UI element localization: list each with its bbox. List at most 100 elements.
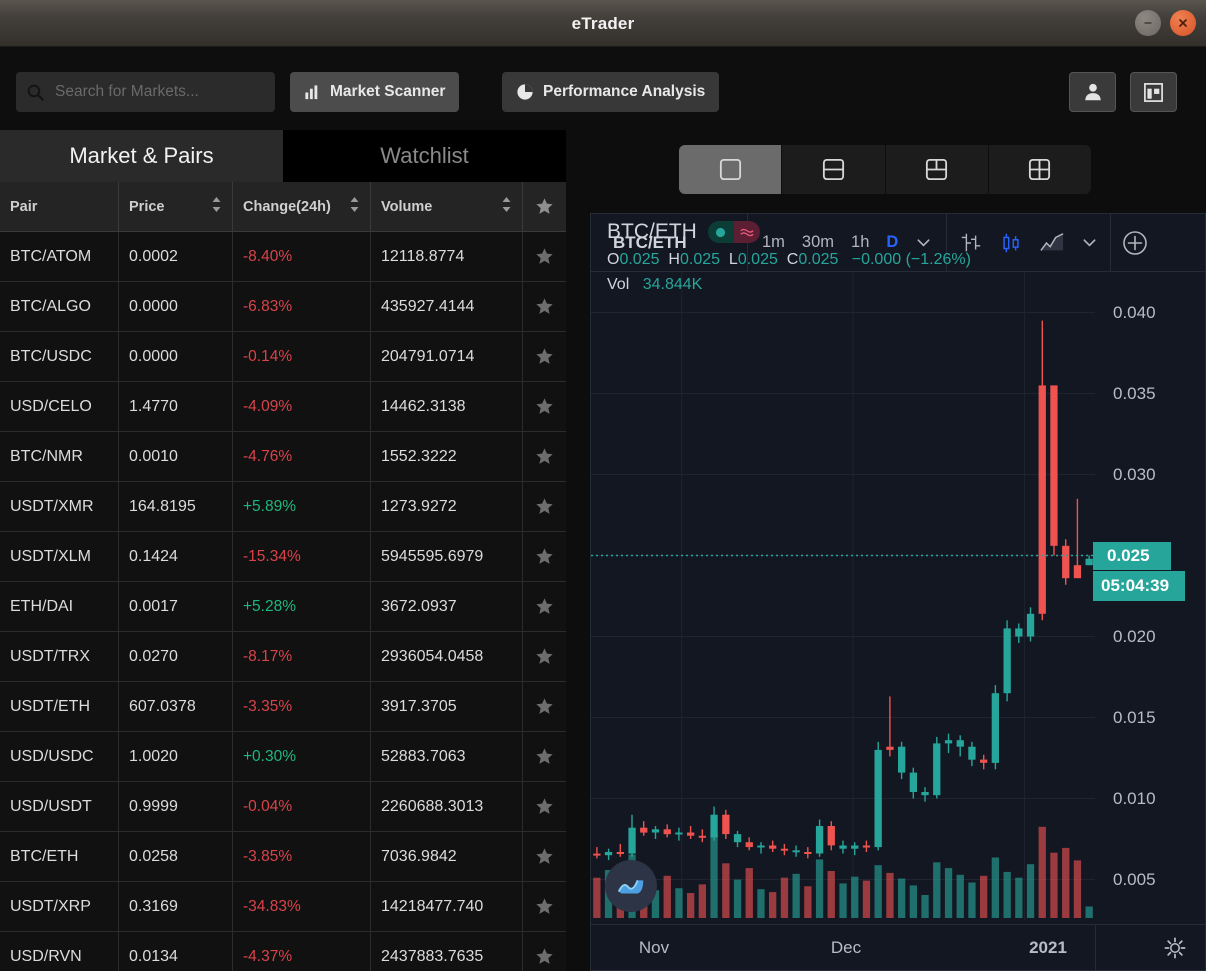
table-row[interactable]: BTC/ALGO 0.0000 -6.83% 435927.4144 bbox=[0, 282, 566, 332]
sort-arrows-icon bbox=[211, 196, 222, 217]
cell-price: 0.1424 bbox=[119, 532, 233, 581]
chart-panel: BTC/ETH 1m 30m 1h D BTC/ETH O0.025 H0.02… bbox=[590, 213, 1206, 971]
timeframe-d[interactable]: D bbox=[886, 233, 898, 252]
current-price-value: 0.025 bbox=[1107, 545, 1150, 565]
layout-two-rows-icon bbox=[822, 158, 844, 181]
favorite-button[interactable] bbox=[523, 232, 566, 281]
timeframe-1m[interactable]: 1m bbox=[762, 233, 785, 252]
column-header-price[interactable]: Price bbox=[119, 182, 233, 231]
column-header-volume[interactable]: Volume bbox=[371, 182, 523, 231]
table-row[interactable]: USD/CELO 1.4770 -4.09% 14462.3138 bbox=[0, 382, 566, 432]
close-button[interactable] bbox=[1170, 10, 1196, 36]
timeframe-more-button[interactable] bbox=[915, 234, 932, 251]
tab-watchlist[interactable]: Watchlist bbox=[283, 130, 566, 182]
cell-change: -6.83% bbox=[233, 282, 371, 331]
market-scanner-label: Market Scanner bbox=[330, 83, 446, 100]
chart-type-area-button[interactable] bbox=[1039, 231, 1065, 255]
table-row[interactable]: BTC/ETH 0.0258 -3.85% 7036.9842 bbox=[0, 832, 566, 882]
clock-value: 05:04:39 bbox=[1101, 575, 1170, 595]
favorite-button[interactable] bbox=[523, 582, 566, 631]
column-header-change[interactable]: Change(24h) bbox=[233, 182, 371, 231]
table-row[interactable]: USD/USDC 1.0020 +0.30% 52883.7063 bbox=[0, 732, 566, 782]
minimize-icon bbox=[1144, 22, 1152, 24]
favorite-button[interactable] bbox=[523, 432, 566, 481]
favorite-button[interactable] bbox=[523, 832, 566, 881]
favorite-button[interactable] bbox=[523, 732, 566, 781]
cell-change: -4.09% bbox=[233, 382, 371, 431]
cell-volume: 1273.9272 bbox=[371, 482, 523, 531]
table-row[interactable]: USDT/XLM 0.1424 -15.34% 5945595.6979 bbox=[0, 532, 566, 582]
table-row[interactable]: USDT/XMR 164.8195 +5.89% 1273.9272 bbox=[0, 482, 566, 532]
favorite-button[interactable] bbox=[523, 282, 566, 331]
cell-pair: USD/CELO bbox=[0, 382, 119, 431]
table-row[interactable]: USDT/XRP 0.3169 -34.83% 14218477.740 bbox=[0, 882, 566, 932]
chart-type-bars-button[interactable] bbox=[959, 231, 983, 255]
table-row[interactable]: USDT/TRX 0.0270 -8.17% 2936054.0458 bbox=[0, 632, 566, 682]
cell-change: -15.34% bbox=[233, 532, 371, 581]
pie-chart-icon bbox=[517, 84, 533, 100]
favorite-button[interactable] bbox=[523, 482, 566, 531]
favorite-button[interactable] bbox=[523, 332, 566, 381]
person-icon bbox=[1084, 83, 1101, 101]
timeframe-30m[interactable]: 30m bbox=[802, 233, 834, 252]
performance-analysis-button[interactable]: Performance Analysis bbox=[502, 72, 720, 112]
favorite-button[interactable] bbox=[523, 382, 566, 431]
cell-volume: 2437883.7635 bbox=[371, 932, 523, 971]
market-scanner-button[interactable]: Market Scanner bbox=[290, 72, 460, 112]
table-row[interactable]: USD/RVN 0.0134 -4.37% 2437883.7635 bbox=[0, 932, 566, 971]
table-row[interactable]: BTC/USDC 0.0000 -0.14% 204791.0714 bbox=[0, 332, 566, 382]
star-icon bbox=[536, 848, 553, 864]
column-header-pair[interactable]: Pair bbox=[0, 182, 119, 231]
search-box[interactable] bbox=[16, 72, 275, 112]
column-header-change-label: Change(24h) bbox=[243, 198, 331, 215]
star-icon bbox=[536, 898, 553, 914]
add-indicator-button[interactable] bbox=[1111, 214, 1159, 271]
cell-pair: ETH/DAI bbox=[0, 582, 119, 631]
layout-single-button[interactable] bbox=[679, 145, 783, 194]
layout-two-rows-button[interactable] bbox=[782, 145, 886, 194]
cell-change: +0.30% bbox=[233, 732, 371, 781]
table-row[interactable]: BTC/ATOM 0.0002 -8.40% 12118.8774 bbox=[0, 232, 566, 282]
favorite-button[interactable] bbox=[523, 932, 566, 971]
cell-pair: BTC/ETH bbox=[0, 832, 119, 881]
cell-change: -4.76% bbox=[233, 432, 371, 481]
price-tick-label: 0.020 bbox=[1113, 626, 1156, 646]
favorite-button[interactable] bbox=[523, 632, 566, 681]
favorite-button[interactable] bbox=[523, 882, 566, 931]
favorite-button[interactable] bbox=[523, 682, 566, 731]
time-label-2021: 2021 bbox=[1029, 937, 1067, 957]
table-row[interactable]: ETH/DAI 0.0017 +5.28% 3672.0937 bbox=[0, 582, 566, 632]
layout-three-button[interactable] bbox=[886, 145, 989, 194]
chart-type-candles-button[interactable] bbox=[999, 231, 1023, 255]
price-tick-label: 0.005 bbox=[1113, 869, 1156, 889]
cell-price: 1.4770 bbox=[119, 382, 233, 431]
cell-volume: 3672.0937 bbox=[371, 582, 523, 631]
cell-change: +5.89% bbox=[233, 482, 371, 531]
layout-button[interactable] bbox=[1130, 72, 1177, 112]
current-price-badge: 0.025 bbox=[1093, 541, 1171, 570]
layout-four-button[interactable] bbox=[989, 145, 1091, 194]
bar-chart-icon bbox=[305, 84, 318, 99]
favorite-button[interactable] bbox=[523, 782, 566, 831]
time-axis[interactable]: Nov Dec 2021 bbox=[591, 924, 1206, 970]
timeframe-1h[interactable]: 1h bbox=[851, 233, 869, 252]
table-row[interactable]: BTC/NMR 0.0010 -4.76% 1552.3222 bbox=[0, 432, 566, 482]
search-input[interactable] bbox=[55, 83, 265, 101]
chart-type-more-button[interactable] bbox=[1081, 234, 1098, 251]
table-row[interactable]: USDT/ETH 607.0378 -3.35% 3917.3705 bbox=[0, 682, 566, 732]
tab-market-pairs[interactable]: Market & Pairs bbox=[0, 130, 283, 182]
account-button[interactable] bbox=[1069, 72, 1116, 112]
favorite-button[interactable] bbox=[523, 532, 566, 581]
price-tick-label: 0.040 bbox=[1113, 302, 1156, 322]
price-axis[interactable]: 0.040 0.035 0.030 0.025 0.020 0.015 0.010 0.005… bbox=[1093, 272, 1205, 971]
cell-pair: BTC/NMR bbox=[0, 432, 119, 481]
price-tick-label: 0.015 bbox=[1113, 707, 1156, 727]
chart-type-selector bbox=[947, 214, 1112, 271]
minimize-button[interactable] bbox=[1135, 10, 1161, 36]
cell-price: 0.0010 bbox=[119, 432, 233, 481]
chart-settings-button[interactable] bbox=[1163, 936, 1187, 960]
table-row[interactable]: USD/USDT 0.9999 -0.04% 2260688.3013 bbox=[0, 782, 566, 832]
chart-symbol-selector[interactable]: BTC/ETH bbox=[591, 214, 748, 271]
cell-volume: 14462.3138 bbox=[371, 382, 523, 431]
column-header-favorite[interactable] bbox=[523, 182, 566, 231]
